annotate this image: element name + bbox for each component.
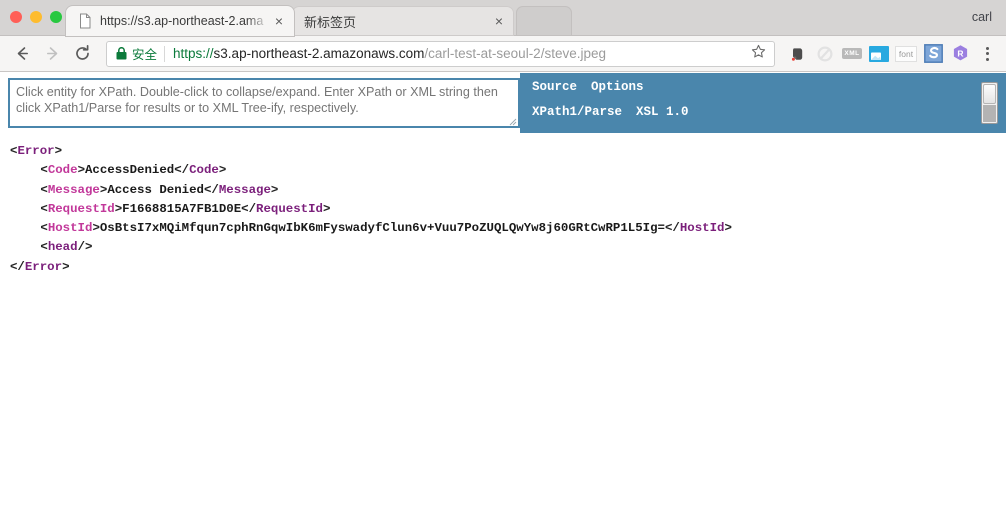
xml-tag-name: head — [47, 240, 78, 255]
xml-badge-label: XML — [842, 48, 862, 59]
minimize-window-button[interactable] — [30, 11, 42, 23]
window-controls — [10, 11, 62, 23]
r-extension-icon[interactable]: R — [949, 43, 971, 65]
extension-icons: XML font R — [783, 43, 998, 65]
xpath1-parse-link[interactable]: XPath1/Parse — [532, 105, 622, 119]
xml-tag-name: RequestId — [47, 201, 115, 216]
reload-icon — [75, 44, 89, 60]
close-icon[interactable]: × — [490, 12, 508, 30]
forward-button[interactable] — [38, 40, 66, 68]
xml-tree: <Error> <Code>AccessDenied</Code> <Message… — [0, 133, 1006, 277]
close-icon[interactable]: × — [270, 12, 288, 30]
chrome-menu-button[interactable] — [976, 46, 998, 61]
xml-tag-name: Message — [47, 182, 100, 197]
xml-node-value: AccessDenied — [85, 163, 175, 178]
tab-list: https://s3.ap-northeast-2.ama × 新标签页 × — [66, 0, 1006, 36]
xpath-toolbar: Source Options XPath1/Parse XSL 1.0 — [0, 73, 1006, 133]
xml-viewer-icon[interactable]: XML — [841, 43, 863, 65]
xml-tag-name: HostId — [679, 221, 725, 236]
tab-s3-url[interactable]: https://s3.ap-northeast-2.ama × — [66, 6, 294, 36]
back-arrow-icon — [17, 47, 28, 60]
xpath-menu-row-2: XPath1/Parse XSL 1.0 — [532, 105, 703, 119]
font-inspector-icon[interactable]: font — [895, 43, 917, 65]
page-content: Source Options XPath1/Parse XSL 1.0 <Error… — [0, 73, 1006, 532]
xml-tag-name: Code — [189, 163, 219, 178]
screenshot-icon[interactable] — [868, 43, 890, 65]
tab-title: 新标签页 — [304, 14, 357, 30]
evernote-icon[interactable] — [787, 43, 809, 65]
xpath-input-container — [8, 78, 520, 128]
xml-tag-name: Message — [218, 182, 271, 197]
address-bar[interactable]: 安全 https://s3.ap-northeast-2.amazonaws.c… — [106, 40, 775, 67]
xml-tag-name: Code — [47, 163, 78, 178]
url-text: https://s3.ap-northeast-2.amazonaws.com/… — [173, 46, 743, 61]
dot — [985, 52, 989, 55]
divider — [164, 45, 166, 62]
xml-tag-name: Error — [24, 259, 63, 274]
xml-line-code[interactable]: <Code>AccessDenied</Code> — [10, 161, 1006, 180]
tab-new-tab[interactable]: 新标签页 × — [292, 6, 514, 36]
xpath-input[interactable] — [8, 78, 520, 128]
dot — [985, 57, 989, 61]
lock-icon — [116, 47, 127, 60]
url-scheme: https:// — [173, 46, 214, 61]
xml-line-hostid[interactable]: <HostId>OsBtsI7xMQiMfqun7cphRnGqwIbK6mFy… — [10, 219, 1006, 238]
xpath-options-panel: Source Options XPath1/Parse XSL 1.0 — [520, 73, 1006, 133]
scribd-icon[interactable] — [922, 43, 944, 65]
scrollbar-thumb[interactable] — [983, 84, 996, 104]
back-button[interactable] — [8, 40, 36, 68]
xml-node-value: Access Denied — [107, 182, 204, 197]
xsl-version-link[interactable]: XSL 1.0 — [636, 105, 689, 119]
dot — [985, 46, 989, 50]
profile-name[interactable]: carl — [972, 10, 992, 24]
browser-toolbar: 安全 https://s3.ap-northeast-2.amazonaws.c… — [0, 36, 1006, 72]
xml-line-requestid[interactable]: <RequestId>F1668815A7FB1D0E</RequestId> — [10, 200, 1006, 219]
bookmark-star-icon[interactable] — [751, 44, 766, 64]
forward-arrow-icon — [46, 47, 57, 60]
security-status-label: 安全 — [132, 48, 158, 62]
document-icon — [80, 13, 91, 29]
page-scrollbar[interactable] — [981, 82, 998, 124]
zoom-window-button[interactable] — [50, 11, 62, 23]
adblock-icon[interactable] — [814, 43, 836, 65]
xml-line-message[interactable]: <Message>Access Denied</Message> — [10, 181, 1006, 200]
svg-text:R: R — [957, 49, 963, 59]
xml-node-value: F1668815A7FB1D0E — [122, 201, 242, 216]
tab-strip: https://s3.ap-northeast-2.ama × 新标签页 × c… — [0, 0, 1006, 36]
xml-node-value: OsBtsI7xMQiMfqun7cphRnGqwIbK6mFyswadyfCl… — [99, 221, 665, 236]
xpath-menu-row-1: Source Options — [532, 80, 658, 94]
xml-line-root-close[interactable]: </Error> — [10, 258, 1006, 277]
reload-button[interactable] — [68, 40, 96, 68]
font-badge-label: font — [895, 45, 917, 62]
xml-tag-name: HostId — [47, 221, 93, 236]
scrollbar-track[interactable] — [983, 105, 996, 122]
new-tab-button[interactable] — [516, 6, 572, 36]
options-link[interactable]: Options — [591, 80, 644, 94]
xml-line-root-open[interactable]: <Error> — [10, 142, 1006, 161]
browser-window: https://s3.ap-northeast-2.ama × 新标签页 × c… — [0, 0, 1006, 532]
source-link[interactable]: Source — [532, 80, 577, 94]
xml-line-head[interactable]: <head/> — [10, 238, 1006, 257]
xml-tag-name: RequestId — [256, 201, 323, 216]
tab-title: https://s3.ap-northeast-2.ama — [100, 14, 264, 28]
url-host: s3.ap-northeast-2.amazonaws.com — [213, 46, 425, 61]
close-window-button[interactable] — [10, 11, 22, 23]
url-path: /carl-test-at-seoul-2/steve.jpeg — [424, 46, 606, 61]
xml-tag-name: Error — [17, 144, 55, 158]
